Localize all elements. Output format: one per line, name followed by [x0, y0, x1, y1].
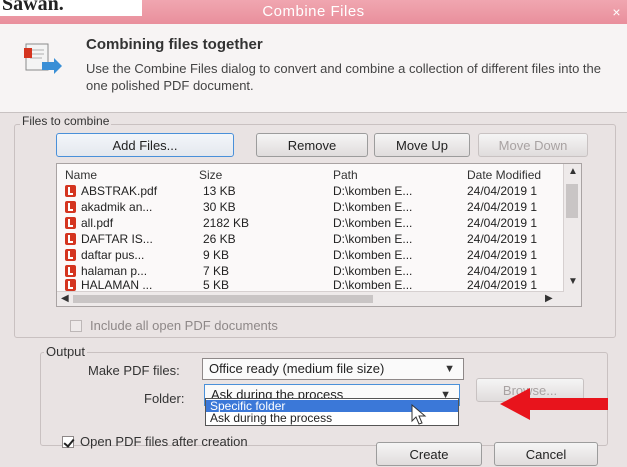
table-row[interactable]: all.pdf 2182 KB D:\komben E... 24/04/201… — [57, 216, 562, 230]
red-arrow-annotation-icon — [500, 388, 608, 420]
column-header-path[interactable]: Path — [333, 168, 358, 182]
pdf-file-icon — [65, 279, 76, 291]
file-name: all.pdf — [81, 216, 114, 230]
scroll-up-icon[interactable]: ▲ — [568, 166, 578, 177]
file-date: 24/04/2019 1 — [467, 248, 538, 262]
file-list[interactable]: Name Size Path Date Modified ABSTRAK.pdf… — [56, 163, 582, 307]
table-row[interactable]: ABSTRAK.pdf 13 KB D:\komben E... 24/04/2… — [57, 184, 562, 198]
remove-button[interactable]: Remove — [256, 133, 368, 157]
file-name: akadmik an... — [81, 200, 153, 214]
file-size: 30 KB — [203, 200, 236, 214]
file-date: 24/04/2019 1 — [467, 264, 538, 278]
column-header-date[interactable]: Date Modified — [467, 168, 541, 182]
file-name: ABSTRAK.pdf — [81, 184, 158, 198]
table-row[interactable]: akadmik an... 30 KB D:\komben E... 24/04… — [57, 200, 562, 214]
column-header-name[interactable]: Name — [65, 168, 97, 182]
pdf-file-icon — [65, 265, 76, 277]
include-open-checkbox[interactable] — [70, 320, 82, 332]
file-path: D:\komben E... — [333, 232, 413, 246]
file-path: D:\komben E... — [333, 278, 413, 292]
files-group-label: Files to combine — [20, 114, 112, 128]
combine-files-icon — [24, 43, 62, 74]
create-button[interactable]: Create — [376, 442, 482, 466]
cancel-button[interactable]: Cancel — [494, 442, 598, 466]
file-size: 7 KB — [203, 264, 230, 278]
open-after-label: Open PDF files after creation — [80, 434, 248, 449]
pdf-file-icon — [65, 217, 76, 229]
file-date: 24/04/2019 1 — [467, 216, 538, 230]
output-group-label: Output — [44, 344, 88, 359]
table-row[interactable]: daftar pus... 9 KB D:\komben E... 24/04/… — [57, 248, 562, 262]
move-down-button[interactable]: Move Down — [478, 133, 588, 157]
pdf-file-icon — [65, 249, 76, 261]
dialog-header: Combining files together Use the Combine… — [0, 24, 627, 113]
file-date: 24/04/2019 1 — [467, 200, 538, 214]
pdf-file-icon — [65, 233, 76, 245]
file-path: D:\komben E... — [333, 184, 413, 198]
file-date: 24/04/2019 1 — [467, 232, 538, 246]
file-path: D:\komben E... — [333, 216, 413, 230]
scroll-right-icon[interactable]: ▶ — [545, 293, 553, 304]
file-size: 5 KB — [203, 278, 230, 292]
dialog-description: Use the Combine Files dialog to convert … — [86, 61, 601, 93]
file-path: D:\komben E... — [333, 248, 413, 262]
file-size: 26 KB — [203, 232, 236, 246]
vertical-scroll-thumb[interactable] — [566, 184, 578, 218]
file-size: 9 KB — [203, 248, 230, 262]
window-title: Combine Files — [262, 3, 365, 20]
file-name: HALAMAN ... — [81, 278, 153, 292]
horizontal-scroll-thumb[interactable] — [73, 295, 373, 303]
vertical-scrollbar[interactable]: ▲ ▼ — [563, 164, 581, 306]
file-path: D:\komben E... — [333, 200, 413, 214]
file-name: halaman p... — [81, 264, 148, 278]
folder-label: Folder: — [144, 391, 185, 406]
make-pdf-value: Office ready (medium file size) — [209, 361, 385, 376]
file-path: D:\komben E... — [333, 264, 413, 278]
include-open-label: Include all open PDF documents — [90, 318, 278, 333]
dialog-heading: Combining files together — [86, 36, 263, 53]
file-size: 13 KB — [203, 184, 236, 198]
close-button[interactable]: × — [612, 0, 621, 24]
scroll-down-icon[interactable]: ▼ — [568, 276, 578, 287]
pdf-file-icon — [65, 185, 76, 197]
column-header-size[interactable]: Size — [199, 168, 222, 182]
page-heading: Sawan. — [0, 0, 142, 16]
file-date: 24/04/2019 1 — [467, 184, 538, 198]
add-files-button[interactable]: Add Files... — [56, 133, 234, 157]
make-pdf-label: Make PDF files: — [88, 363, 180, 378]
mouse-cursor-icon — [411, 404, 427, 425]
horizontal-scrollbar[interactable]: ◀ ▶ — [57, 291, 564, 306]
file-name: DAFTAR IS... — [81, 232, 153, 246]
table-row[interactable]: DAFTAR IS... 26 KB D:\komben E... 24/04/… — [57, 232, 562, 246]
file-size: 2182 KB — [203, 216, 250, 230]
file-date: 24/04/2019 1 — [467, 278, 538, 292]
scroll-left-icon[interactable]: ◀ — [61, 293, 69, 304]
table-row[interactable]: halaman p... 7 KB D:\komben E... 24/04/2… — [57, 264, 562, 278]
pdf-file-icon — [65, 201, 76, 213]
chevron-down-icon: ▼ — [444, 363, 455, 375]
make-pdf-select[interactable]: Office ready (medium file size) ▼ — [202, 358, 464, 380]
open-after-checkbox[interactable] — [62, 436, 74, 448]
table-row[interactable]: HALAMAN ... 5 KB D:\komben E... 24/04/20… — [57, 278, 562, 292]
file-name: daftar pus... — [81, 248, 145, 262]
move-up-button[interactable]: Move Up — [374, 133, 470, 157]
